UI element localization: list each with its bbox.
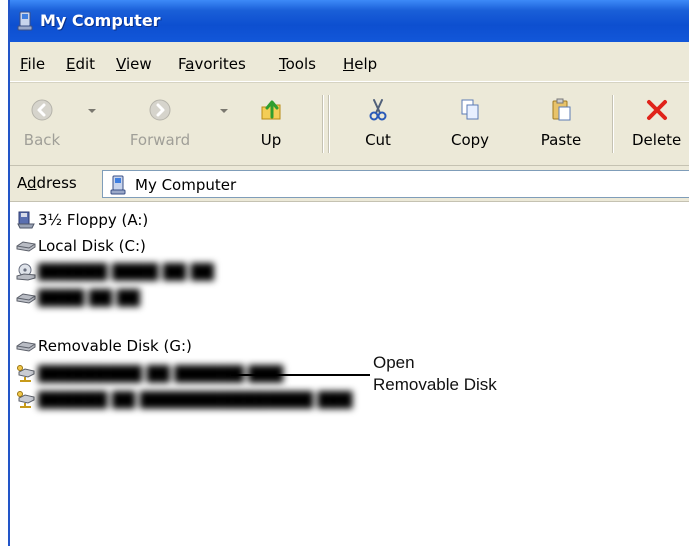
cut-button[interactable]: Cut bbox=[355, 93, 401, 155]
cd-drive-icon bbox=[16, 263, 36, 281]
menu-view[interactable]: View bbox=[112, 53, 156, 75]
menu-help[interactable]: Help bbox=[339, 53, 381, 75]
removable-disk-icon bbox=[16, 341, 36, 352]
up-folder-icon bbox=[261, 100, 281, 120]
paste-icon bbox=[552, 98, 571, 121]
network-drive-icon bbox=[17, 365, 35, 382]
menu-favorites[interactable]: Favorites bbox=[174, 53, 250, 75]
address-value: My Computer bbox=[135, 176, 237, 194]
menu-file[interactable]: File bbox=[16, 53, 49, 75]
back-arrow-icon bbox=[31, 99, 53, 121]
callout-line-2: Removable Disk bbox=[373, 375, 497, 394]
callout-line-1: Open bbox=[373, 353, 415, 372]
back-dropdown-arrow[interactable] bbox=[88, 109, 96, 113]
back-button[interactable]: Back bbox=[14, 93, 70, 155]
copy-icon bbox=[461, 99, 479, 120]
explorer-window: My Computer File Edit View Favorites Too… bbox=[8, 0, 689, 546]
callout-text: Open Removable Disk bbox=[373, 352, 497, 396]
menu-bar: File Edit View Favorites Tools Help bbox=[10, 42, 689, 82]
toolbar-separator bbox=[612, 95, 614, 153]
my-computer-icon bbox=[110, 175, 126, 195]
address-input[interactable]: My Computer bbox=[102, 170, 689, 198]
delete-button[interactable]: Delete bbox=[626, 93, 688, 155]
copy-button[interactable]: Copy bbox=[442, 93, 498, 155]
toolbar-separator bbox=[328, 95, 330, 153]
title-bar[interactable]: My Computer bbox=[10, 0, 689, 42]
callout-line bbox=[231, 374, 370, 376]
network-drive-icon bbox=[17, 391, 35, 408]
scissors-icon bbox=[369, 99, 387, 121]
address-bar: Address My Computer bbox=[10, 166, 689, 202]
forward-arrow-icon bbox=[149, 99, 171, 121]
hard-disk-icon bbox=[16, 241, 36, 252]
menu-tools[interactable]: Tools bbox=[275, 53, 320, 75]
address-label: Address bbox=[17, 174, 77, 192]
hard-disk-icon bbox=[16, 293, 36, 304]
forward-dropdown-arrow[interactable] bbox=[220, 109, 228, 113]
forward-button[interactable]: Forward bbox=[114, 93, 206, 155]
floppy-drive-icon bbox=[17, 211, 35, 229]
up-button[interactable]: Up bbox=[246, 93, 296, 155]
toolbar-separator bbox=[322, 95, 324, 153]
paste-button[interactable]: Paste bbox=[530, 93, 592, 155]
delete-x-icon bbox=[647, 100, 667, 120]
toolbar: Back Forward Up Cut Copy Paste Delete bbox=[10, 82, 689, 166]
my-computer-icon bbox=[17, 11, 33, 31]
menu-edit[interactable]: Edit bbox=[62, 53, 99, 75]
window-title: My Computer bbox=[40, 11, 161, 30]
